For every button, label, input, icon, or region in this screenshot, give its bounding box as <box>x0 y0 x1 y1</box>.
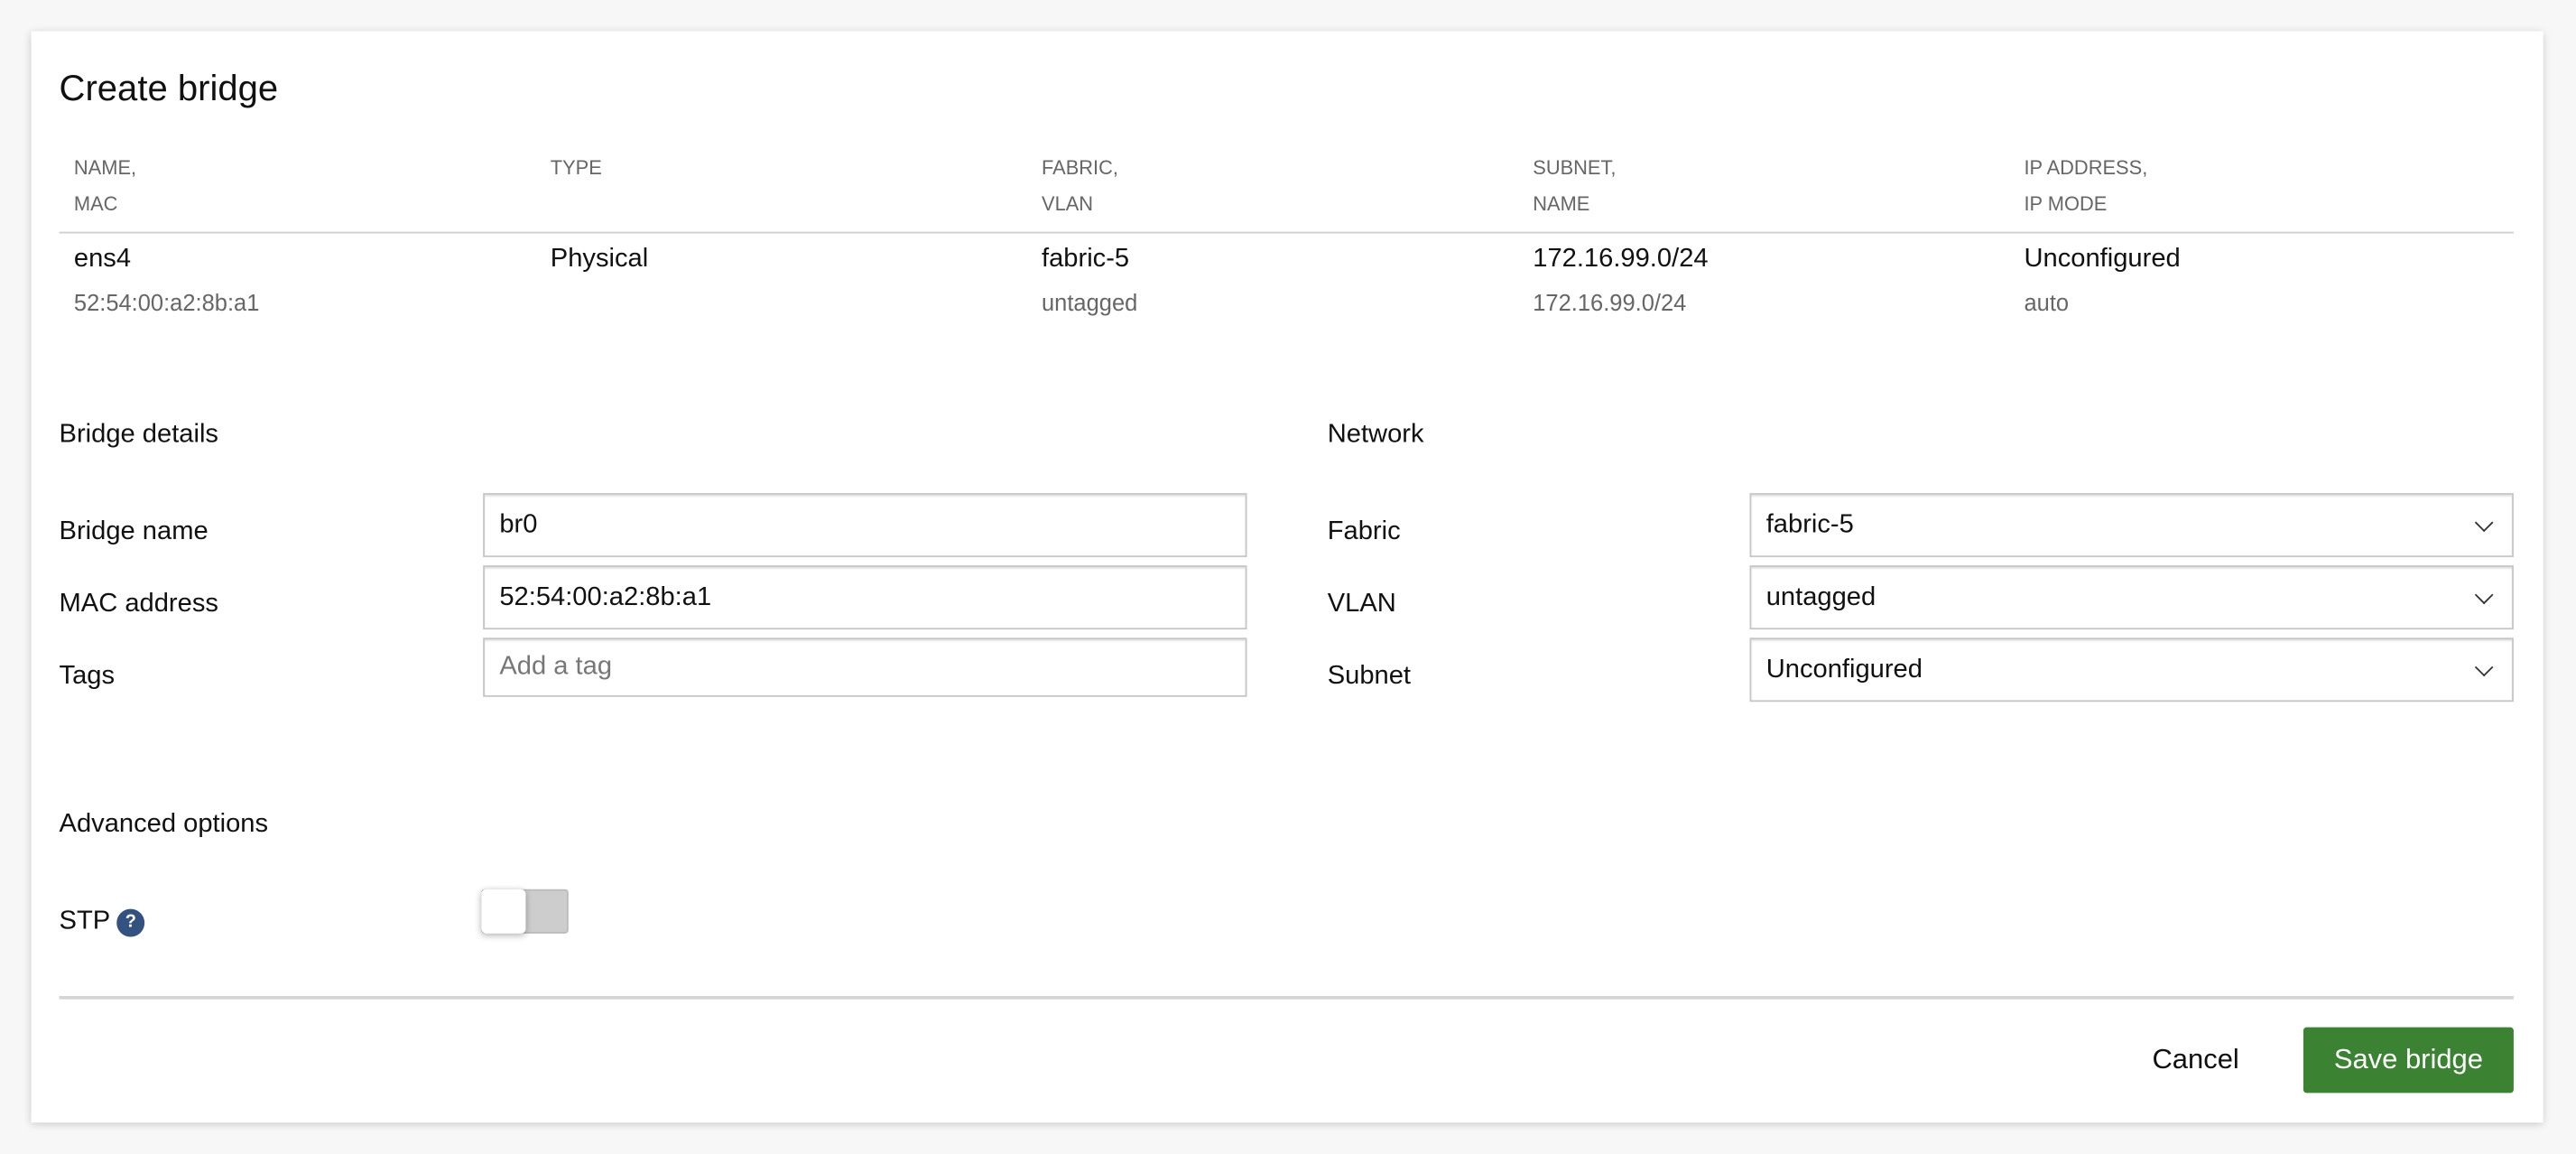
save-bridge-button[interactable]: Save bridge <box>2303 1027 2514 1094</box>
table-header-divider <box>59 231 2514 234</box>
toggle-knob <box>481 889 526 934</box>
mac-address-input[interactable] <box>483 565 1247 630</box>
help-icon[interactable]: ? <box>116 907 145 936</box>
vlan-select[interactable]: untagged <box>1749 565 2514 630</box>
tags-input[interactable] <box>483 637 1247 697</box>
stp-toggle[interactable] <box>481 889 569 934</box>
page-title: Create bridge <box>59 67 279 109</box>
cell-ip-mode: auto <box>2024 289 2070 316</box>
bridge-details-heading: Bridge details <box>59 420 219 449</box>
footer-divider <box>59 996 2514 1000</box>
column-header-ip: IP ADDRESS, IP MODE <box>2024 155 2148 216</box>
cell-ip-address: Unconfigured <box>2024 245 2181 274</box>
cell-type: Physical <box>550 245 649 274</box>
cell-vlan: untagged <box>1042 289 1138 316</box>
fabric-value: fabric-5 <box>1765 510 1854 539</box>
column-header-fabric-vlan: FABRIC, VLAN <box>1042 155 1118 216</box>
chevron-down-icon <box>2474 512 2494 532</box>
bridge-name-field[interactable] <box>499 510 1231 540</box>
subnet-select[interactable]: Unconfigured <box>1749 637 2514 703</box>
cancel-button[interactable]: Cancel <box>2152 1044 2238 1076</box>
bridge-name-input[interactable] <box>483 493 1247 558</box>
chevron-down-icon <box>2474 656 2494 676</box>
fabric-select[interactable]: fabric-5 <box>1749 493 2514 558</box>
bridge-name-label: Bridge name <box>59 517 208 546</box>
cell-name: ens4 <box>73 245 132 274</box>
create-bridge-form: Create bridge NAME, MAC TYPE FABRIC, VLAN … <box>31 31 2544 1123</box>
tags-label: Tags <box>59 662 116 691</box>
advanced-options-heading: Advanced options <box>59 810 269 839</box>
subnet-label: Subnet <box>1327 662 1412 691</box>
column-header-subnet-name: SUBNET, NAME <box>1533 155 1617 216</box>
network-heading: Network <box>1327 420 1424 449</box>
mac-address-field[interactable] <box>499 582 1231 613</box>
fabric-label: Fabric <box>1327 517 1401 546</box>
cell-fabric: fabric-5 <box>1042 245 1130 274</box>
cell-subnet-name: 172.16.99.0/24 <box>1533 289 1687 316</box>
subnet-value: Unconfigured <box>1765 655 1923 684</box>
column-header-name-mac: NAME, MAC <box>73 155 137 216</box>
cell-mac: 52:54:00:a2:8b:a1 <box>73 289 260 316</box>
stp-label: STP? <box>60 907 145 937</box>
vlan-label: VLAN <box>1327 590 1396 619</box>
mac-address-label: MAC address <box>59 590 218 619</box>
cell-subnet: 172.16.99.0/24 <box>1533 245 1709 274</box>
vlan-value: untagged <box>1765 582 1876 611</box>
chevron-down-icon <box>2474 584 2494 604</box>
stp-label-text: STP <box>59 907 111 935</box>
tags-field[interactable] <box>499 652 1231 683</box>
column-header-type: TYPE <box>550 155 602 180</box>
